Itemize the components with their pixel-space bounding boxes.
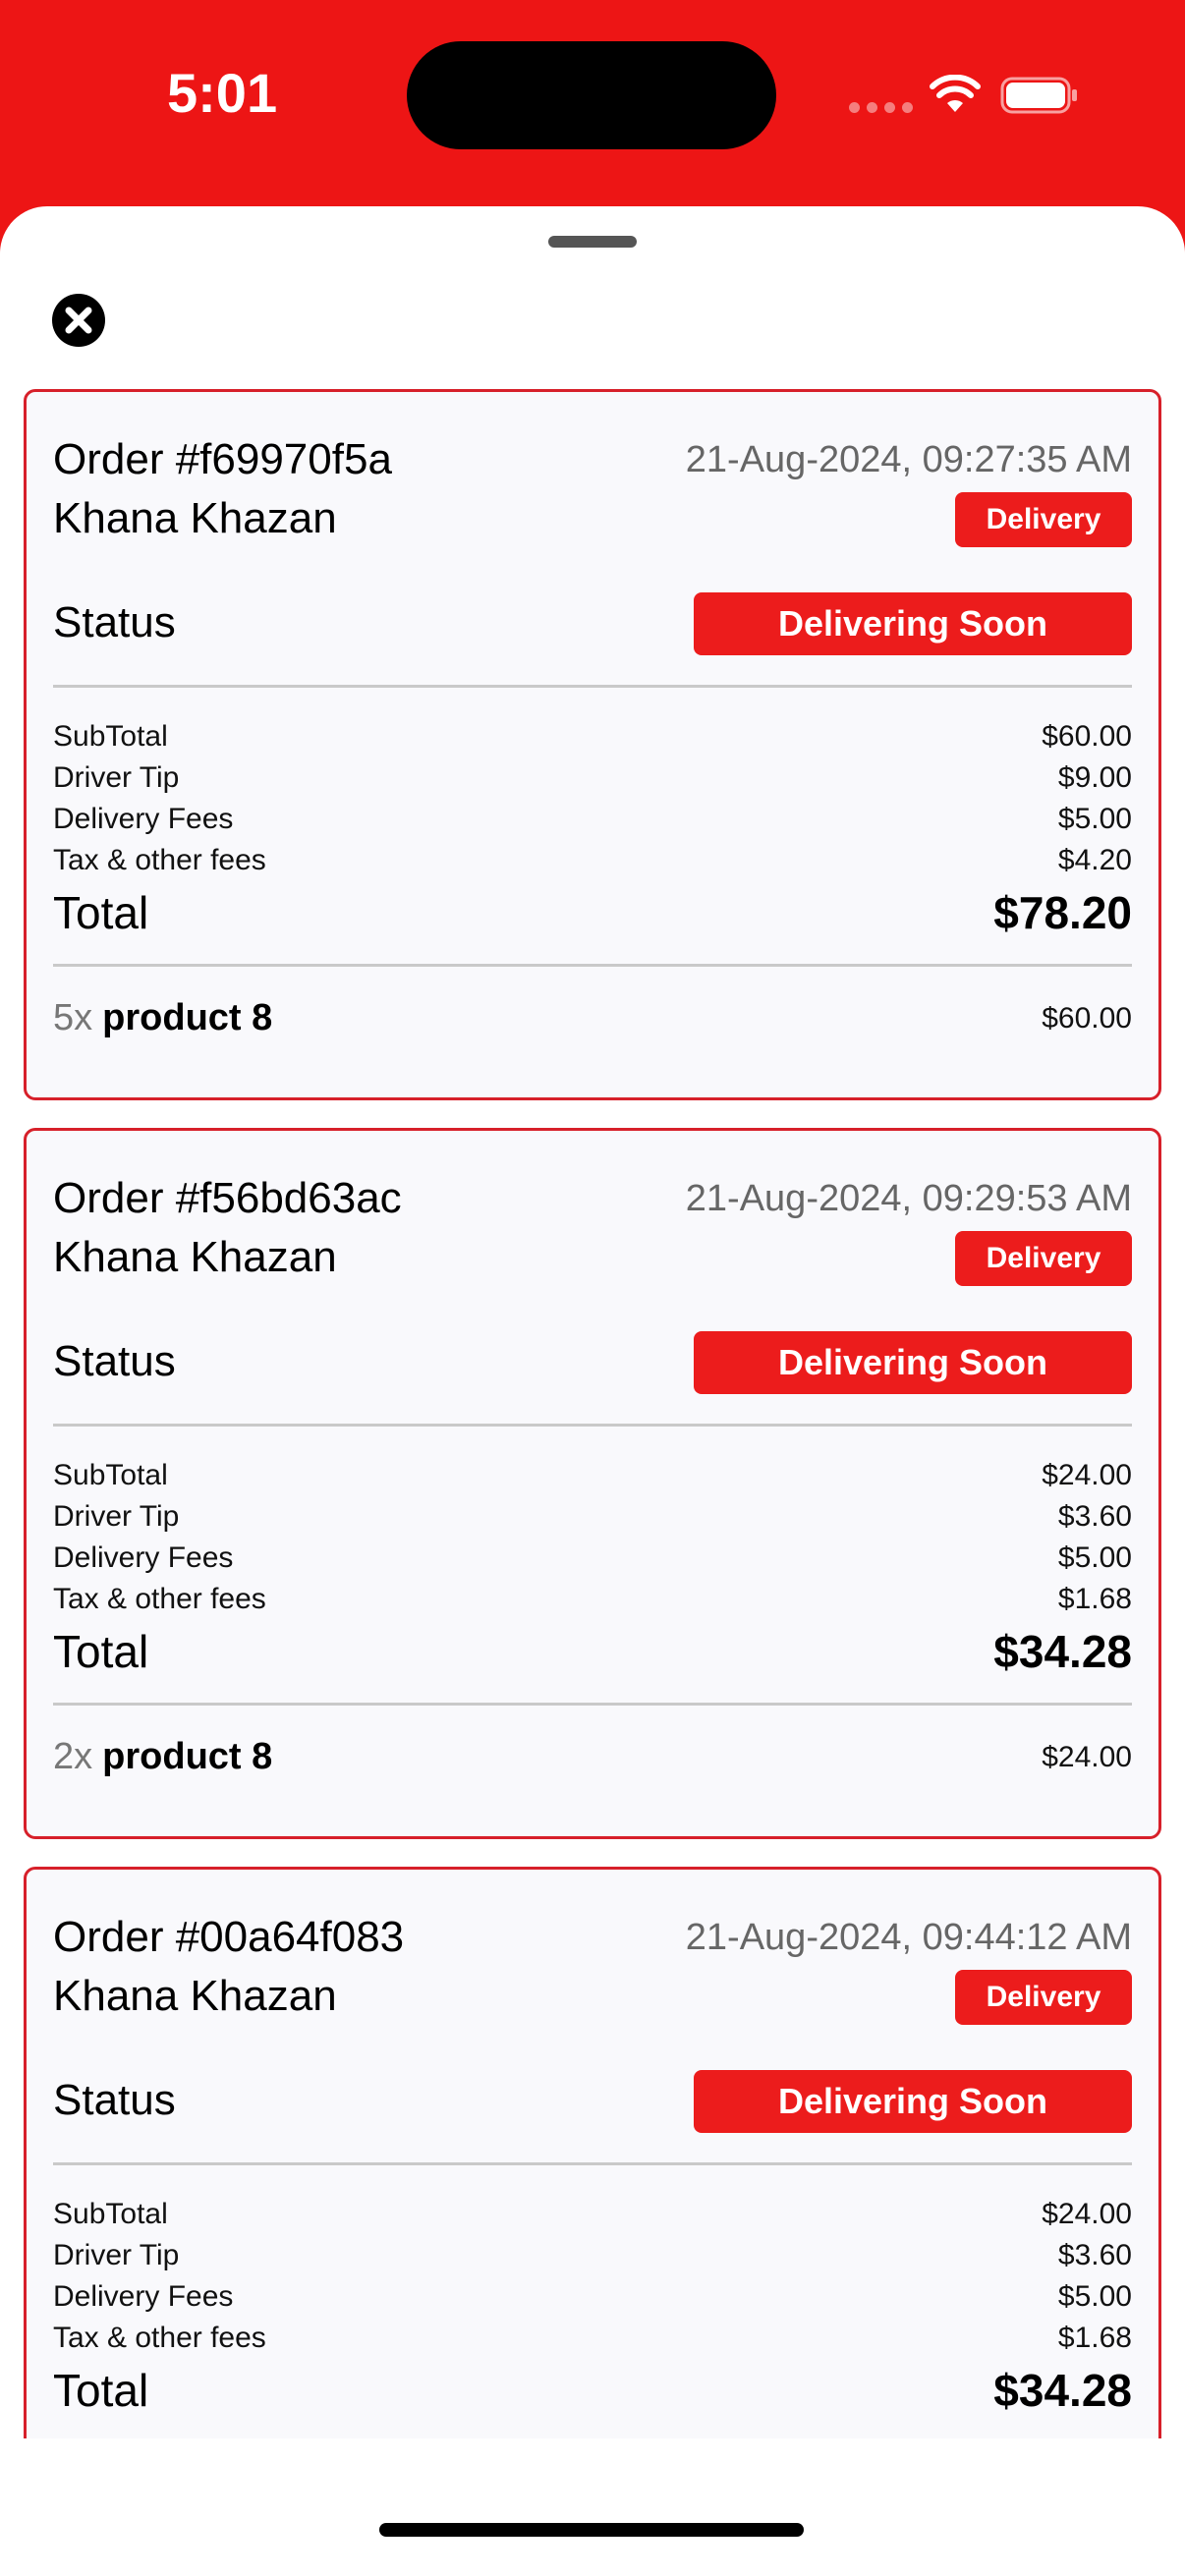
order-card[interactable]: Order #f69970f5a Khana Khazan 21-Aug-202… <box>24 389 1161 1100</box>
delivery-badge: Delivery <box>955 1231 1132 1286</box>
fee-value: $5.00 <box>1057 803 1132 835</box>
fee-label: Tax & other fees <box>53 844 266 876</box>
fee-value: $24.00 <box>1042 2198 1132 2230</box>
order-datetime: 21-Aug-2024, 09:27:35 AM <box>685 439 1132 480</box>
restaurant-name: Khana Khazan <box>53 1972 337 2020</box>
fee-row-subtotal: SubTotal $60.00 <box>53 716 1132 757</box>
status-label: Status <box>53 598 176 646</box>
fee-label: Delivery Fees <box>53 1541 234 1574</box>
fee-row-delivery-fees: Delivery Fees $5.00 <box>53 799 1132 840</box>
fee-row-delivery-fees: Delivery Fees $5.00 <box>53 2276 1132 2318</box>
divider <box>53 2162 1132 2165</box>
wifi-icon <box>930 75 981 112</box>
delivery-badge: Delivery <box>955 492 1132 547</box>
fee-value: $1.68 <box>1057 2322 1132 2354</box>
total-label: Total <box>53 1626 149 1677</box>
fee-value: $3.60 <box>1057 1500 1132 1533</box>
fee-row-delivery-fees: Delivery Fees $5.00 <box>53 1538 1132 1579</box>
fee-value: $3.60 <box>1057 2239 1132 2271</box>
total-row: Total $34.28 <box>53 1620 1132 1683</box>
fee-row-driver-tip: Driver Tip $3.60 <box>53 2235 1132 2276</box>
divider <box>53 685 1132 688</box>
total-label: Total <box>53 887 149 938</box>
fee-value: $60.00 <box>1042 720 1132 753</box>
status-pill: Delivering Soon <box>694 1331 1132 1394</box>
fee-row-tax: Tax & other fees $1.68 <box>53 1579 1132 1620</box>
fee-value: $5.00 <box>1057 2280 1132 2313</box>
fee-label: SubTotal <box>53 720 168 753</box>
fee-label: SubTotal <box>53 1459 168 1491</box>
fee-value: $4.20 <box>1057 844 1132 876</box>
order-item: 5x product 8 $60.00 <box>53 997 1132 1039</box>
status-pill: Delivering Soon <box>694 2070 1132 2133</box>
dynamic-island <box>407 41 776 149</box>
order-card[interactable]: Order #f56bd63ac Khana Khazan 21-Aug-202… <box>24 1128 1161 1839</box>
order-id: Order #f56bd63ac <box>53 1174 402 1222</box>
status-pill: Delivering Soon <box>694 592 1132 655</box>
bottom-safe-area <box>0 2438 1185 2576</box>
fee-breakdown: SubTotal $24.00 Driver Tip $3.60 Delivery … <box>53 1455 1132 1683</box>
order-datetime: 21-Aug-2024, 09:44:12 AM <box>685 1917 1132 1958</box>
order-id: Order #f69970f5a <box>53 435 392 483</box>
status-label: Status <box>53 2076 176 2124</box>
total-row: Total $78.20 <box>53 881 1132 944</box>
fee-label: Driver Tip <box>53 761 180 794</box>
item-quantity: 5x <box>53 997 93 1038</box>
restaurant-name: Khana Khazan <box>53 1233 337 1281</box>
fee-row-subtotal: SubTotal $24.00 <box>53 2194 1132 2235</box>
fee-label: Delivery Fees <box>53 2280 234 2313</box>
item-name: product 8 <box>102 1736 273 1777</box>
fee-value: $5.00 <box>1057 1541 1132 1574</box>
fee-row-subtotal: SubTotal $24.00 <box>53 1455 1132 1496</box>
home-indicator[interactable] <box>379 2523 804 2537</box>
delivery-badge: Delivery <box>955 1970 1132 2025</box>
fee-row-driver-tip: Driver Tip $9.00 <box>53 757 1132 799</box>
item-price: $24.00 <box>1042 1740 1132 1773</box>
divider <box>53 1424 1132 1427</box>
fee-label: Delivery Fees <box>53 803 234 835</box>
divider <box>53 1703 1132 1706</box>
fee-label: Tax & other fees <box>53 1583 266 1615</box>
fee-row-tax: Tax & other fees $4.20 <box>53 840 1132 881</box>
cellular-signal-icon <box>849 102 913 113</box>
fee-label: Driver Tip <box>53 1500 180 1533</box>
fee-label: Tax & other fees <box>53 2322 266 2354</box>
battery-icon <box>1000 77 1077 114</box>
item-name: product 8 <box>102 997 273 1038</box>
status-label: Status <box>53 1337 176 1385</box>
total-value: $34.28 <box>993 2365 1132 2416</box>
order-datetime: 21-Aug-2024, 09:29:53 AM <box>685 1178 1132 1219</box>
fee-value: $1.68 <box>1057 1583 1132 1615</box>
fee-value: $9.00 <box>1057 761 1132 794</box>
fee-label: Driver Tip <box>53 2239 180 2271</box>
fee-breakdown: SubTotal $60.00 Driver Tip $9.00 Delivery … <box>53 716 1132 944</box>
fee-breakdown: SubTotal $24.00 Driver Tip $3.60 Delivery … <box>53 2194 1132 2422</box>
orders-sheet: Order #f69970f5a Khana Khazan 21-Aug-202… <box>0 206 1185 2576</box>
restaurant-name: Khana Khazan <box>53 494 337 542</box>
orders-list: Order #f69970f5a Khana Khazan 21-Aug-202… <box>24 389 1161 2576</box>
item-price: $60.00 <box>1042 1001 1132 1035</box>
sheet-grabber[interactable] <box>548 236 637 248</box>
fee-row-tax: Tax & other fees $1.68 <box>53 2318 1132 2359</box>
total-label: Total <box>53 2365 149 2416</box>
order-id: Order #00a64f083 <box>53 1913 405 1961</box>
divider <box>53 964 1132 967</box>
total-row: Total $34.28 <box>53 2359 1132 2422</box>
fee-row-driver-tip: Driver Tip $3.60 <box>53 1496 1132 1538</box>
fee-value: $24.00 <box>1042 1459 1132 1491</box>
close-circle-icon[interactable] <box>51 293 106 348</box>
status-bar: 5:01 <box>0 0 1185 196</box>
status-time: 5:01 <box>167 62 278 124</box>
total-value: $34.28 <box>993 1626 1132 1677</box>
item-quantity: 2x <box>53 1736 93 1777</box>
fee-label: SubTotal <box>53 2198 168 2230</box>
total-value: $78.20 <box>993 887 1132 938</box>
order-item: 2x product 8 $24.00 <box>53 1736 1132 1778</box>
